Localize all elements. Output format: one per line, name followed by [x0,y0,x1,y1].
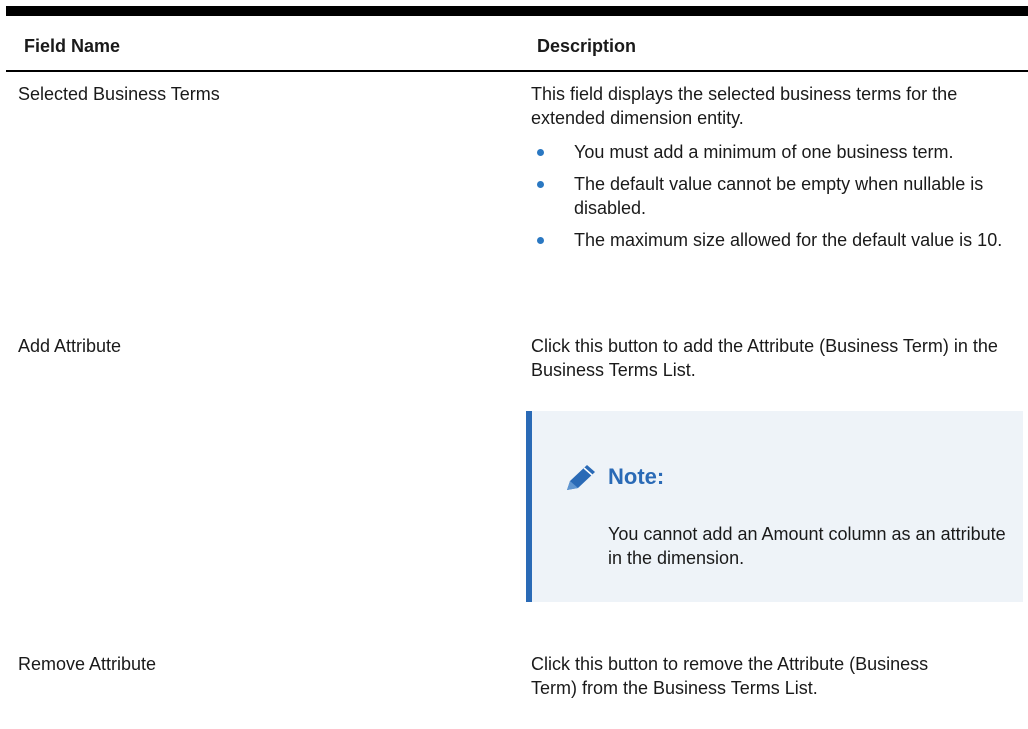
list-item: You must add a minimum of one business t… [531,140,1011,164]
row-add-attribute-desc: Click this button to add the Attribute (… [531,334,1011,382]
bullet-text: You must add a minimum of one business t… [574,142,954,162]
bullet-icon [537,237,544,244]
header-description: Description [537,36,637,56]
bullet-list: You must add a minimum of one business t… [531,140,1011,252]
field-description-table: Field Name Description [6,16,1028,72]
top-rule [6,6,1028,16]
bullet-text: The maximum size allowed for the default… [574,230,1003,250]
table-header: Field Name Description [6,16,1028,72]
description-text: Click this button to remove the Attribut… [531,654,929,698]
list-item: The default value cannot be empty when n… [531,172,1011,220]
list-item: The maximum size allowed for the default… [531,228,1011,252]
note-text: You cannot add an Amount column as an at… [608,524,1006,568]
description-text: This field displays the selected busines… [531,84,958,128]
bullet-icon [537,181,544,188]
note-title: Note: [608,464,665,489]
header-field-name: Field Name [24,36,121,56]
note-header: Note: [565,462,664,492]
bullet-text: The default value cannot be empty when n… [574,174,984,218]
row-add-attribute-name: Add Attribute [18,336,122,356]
description-text: Click this button to add the Attribute (… [531,336,998,380]
row-remove-attribute-desc: Click this button to remove the Attribut… [531,652,951,700]
bullet-icon [537,149,544,156]
row-selected-business-terms-name: Selected Business Terms [18,84,220,104]
pencil-icon [567,465,595,490]
row-selected-business-terms-desc: This field displays the selected busines… [531,82,1011,260]
row-remove-attribute-name: Remove Attribute [18,654,157,674]
note-box: Note: You cannot add an Amount column as… [526,411,1023,602]
